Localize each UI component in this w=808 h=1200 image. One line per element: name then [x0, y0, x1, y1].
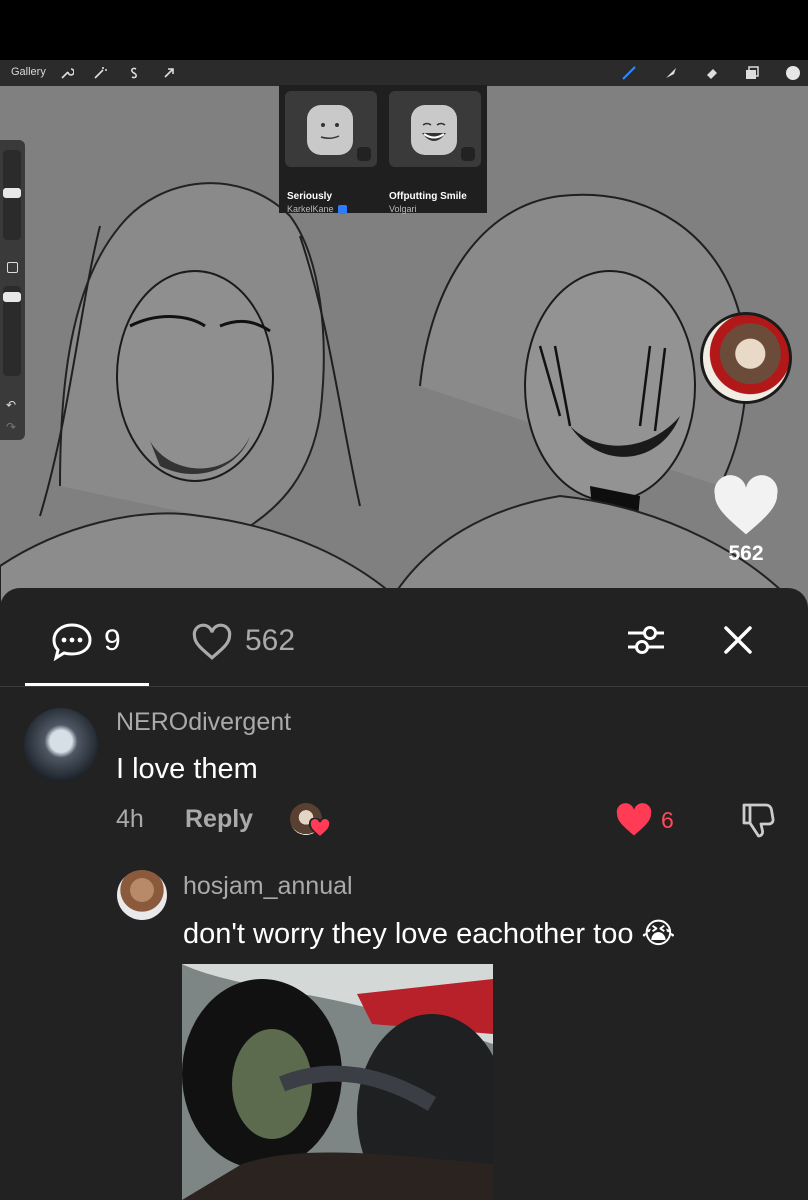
creator-heart-icon — [309, 817, 331, 843]
face-name: Seriously — [287, 191, 333, 202]
redo-icon[interactable]: ↷ — [6, 420, 16, 434]
gallery-button[interactable]: Gallery — [11, 66, 46, 78]
avatar-faces-popup: Seriously KarkelKane Offputting Smile Vo… — [279, 85, 487, 214]
eraser-icon[interactable] — [703, 64, 721, 82]
creator-avatar[interactable] — [700, 312, 792, 404]
reply-attached-image[interactable] — [182, 964, 493, 1200]
header-divider — [0, 686, 808, 687]
modify-button[interactable] — [7, 262, 18, 273]
brush-icon[interactable] — [620, 64, 638, 82]
comments-panel: 9 562 NEROdivergent I love them 4h Reply — [0, 588, 808, 1200]
reply-text: don't worry they love eachother too 😭 — [183, 918, 676, 950]
comment-timestamp: 4h — [116, 805, 144, 833]
comment-username[interactable]: NEROdivergent — [116, 708, 291, 737]
color-swatch-icon[interactable] — [784, 64, 802, 82]
heart-outline-icon[interactable] — [191, 622, 233, 667]
top-bar — [0, 0, 808, 60]
face-head-image — [411, 105, 457, 155]
wrench-icon[interactable] — [58, 64, 76, 82]
heart-icon — [714, 475, 778, 535]
face-badge-icon — [357, 147, 371, 161]
close-icon[interactable] — [722, 624, 754, 661]
face-card-seriously[interactable] — [285, 91, 377, 167]
comment-text: I love them — [116, 753, 258, 785]
dislike-icon[interactable] — [740, 801, 776, 844]
video-player[interactable]: Gallery ↶ ↷ Seriously KarkelKane Offputt… — [0, 60, 808, 620]
brush-size-sidebar: ↶ ↷ — [0, 140, 25, 440]
smudge-icon[interactable] — [662, 64, 680, 82]
opacity-knob[interactable] — [3, 292, 21, 302]
filter-sliders-icon[interactable] — [626, 622, 666, 663]
procreate-toolbar: Gallery — [0, 60, 808, 86]
face-badge-icon — [461, 147, 475, 161]
selection-icon[interactable] — [125, 64, 143, 82]
like-count[interactable]: 562 — [245, 624, 295, 658]
like-button[interactable] — [712, 474, 780, 538]
avatar[interactable] — [117, 870, 167, 920]
face-creator: KarkelKane — [287, 204, 334, 214]
comment-bubble-icon[interactable] — [50, 622, 94, 667]
face-head-image — [307, 105, 353, 155]
reply-button[interactable]: Reply — [185, 805, 253, 834]
brush-size-knob[interactable] — [3, 188, 21, 198]
attached-image-content — [182, 964, 493, 1200]
magic-wand-icon[interactable] — [91, 64, 109, 82]
comment-count[interactable]: 9 — [104, 624, 121, 658]
undo-icon[interactable]: ↶ — [6, 398, 16, 412]
face-card-offputting-smile[interactable] — [389, 91, 481, 167]
layers-icon[interactable] — [743, 64, 761, 82]
avatar[interactable] — [24, 708, 98, 782]
video-like-count: 562 — [728, 542, 764, 565]
face-creator: Volgari — [389, 204, 417, 214]
face-name: Offputting Smile — [389, 191, 467, 202]
verified-badge-icon — [338, 205, 347, 214]
comment-like-count: 6 — [661, 807, 674, 833]
reply-username[interactable]: hosjam_annual — [183, 872, 353, 901]
transform-arrow-icon[interactable] — [160, 64, 178, 82]
comment-like-icon[interactable] — [615, 803, 653, 842]
comments-header: 9 562 — [0, 588, 808, 688]
